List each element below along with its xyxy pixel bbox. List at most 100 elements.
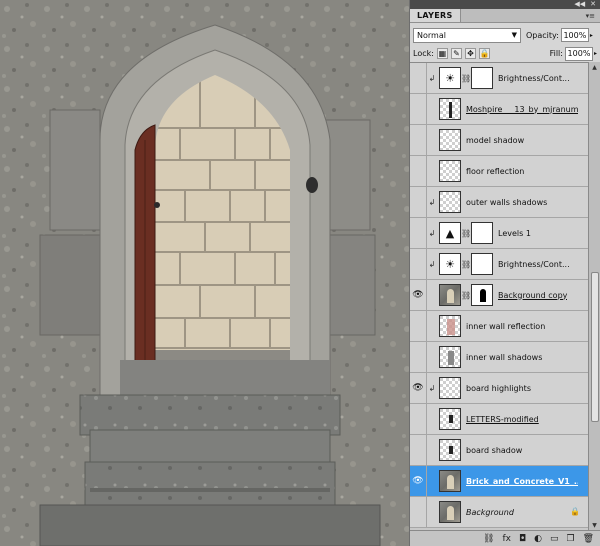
layer-name[interactable]: inner wall reflection [466,322,545,331]
layer-row[interactable]: inner wall reflection [410,311,588,342]
scroll-up-icon[interactable]: ▲ [589,62,600,72]
scroll-thumb[interactable] [591,272,599,422]
visibility-toggle[interactable] [410,125,427,155]
layer-thumbnail[interactable] [439,315,461,337]
layer-thumbnail[interactable] [439,501,461,523]
layer-thumbnail[interactable] [439,439,461,461]
layer-mask-thumbnail[interactable] [471,67,493,89]
opacity-field[interactable]: 100% [560,28,589,42]
layer-name[interactable]: Levels 1 [498,229,531,238]
figure-silhouette [449,102,452,118]
layer-row[interactable]: floor reflection [410,156,588,187]
layer-row[interactable]: ↲ outer walls shadows [410,187,588,218]
layer-name[interactable]: Background copy [498,291,567,300]
layer-row[interactable]: Background 🔒 [410,497,588,528]
layer-row[interactable]: ↲ ▲ ⛓ Levels 1 [410,218,588,249]
layer-row[interactable]: inner wall shadows [410,342,588,373]
mask-link-icon[interactable]: ⛓ [461,291,471,300]
layer-row[interactable]: LETTERS-modified [410,404,588,435]
thumbnail-content [449,415,453,423]
layer-name[interactable]: Brick_and_Concrete_V1_... [466,477,578,486]
visibility-toggle[interactable] [410,187,427,217]
lock-transparency-icon[interactable]: ▦ [436,48,448,59]
tab-layers[interactable]: LAYERS [410,9,461,22]
layer-row[interactable]: ↲ ☀ ⛓ Brightness/Cont... [410,249,588,280]
eye-icon[interactable]: 👁 [410,280,427,310]
eye-icon[interactable]: 👁 [410,466,427,496]
layer-thumbnail[interactable] [439,408,461,430]
opacity-label: Opacity: [526,30,559,40]
layer-name[interactable]: model shadow [466,136,524,145]
layer-row[interactable]: 👁 ↲ board highlights [410,373,588,404]
lock-position-icon[interactable]: ✥ [464,48,476,59]
layer-list-scrollbar[interactable]: ▲ ▼ [588,62,600,530]
visibility-toggle[interactable] [410,497,427,527]
trash-icon[interactable]: 🗑 [583,534,594,544]
layer-thumbnail[interactable] [439,346,461,368]
clipping-arrow-icon: ↲ [428,383,436,393]
levels-adjustment-icon[interactable]: ▲ [439,222,461,244]
layer-thumbnail[interactable] [439,98,461,120]
layer-name[interactable]: outer walls shadows [466,198,547,207]
layer-name[interactable]: board highlights [466,384,531,393]
lock-image-icon[interactable]: ✎ [450,48,462,59]
visibility-toggle[interactable] [410,311,427,341]
new-layer-icon[interactable]: ❐ [566,534,574,544]
layer-name[interactable]: Moshpire___13_by_mjranum_s... [466,105,578,114]
scroll-down-icon[interactable]: ▼ [589,520,600,530]
visibility-toggle[interactable] [410,63,427,93]
layer-thumbnail[interactable] [439,284,461,306]
thumbnail-content [449,446,453,454]
lock-all-icon[interactable]: 🔒 [478,48,490,59]
layer-thumbnail[interactable] [439,377,461,399]
layer-mask-thumbnail[interactable] [471,253,493,275]
fill-slider-icon[interactable]: ▸ [594,50,597,57]
layer-name[interactable]: inner wall shadows [466,353,542,362]
layer-mask-thumbnail[interactable] [471,284,493,306]
visibility-toggle[interactable] [410,94,427,124]
new-group-icon[interactable]: ▭ [550,534,559,544]
layer-row[interactable]: 👁 Brick_and_Concrete_V1_... [410,466,588,497]
visibility-toggle[interactable] [410,404,427,434]
mask-link-icon[interactable]: ⛓ [461,74,471,83]
layer-row[interactable]: model shadow [410,125,588,156]
layer-name[interactable]: floor reflection [466,167,524,176]
panel-menu-icon[interactable]: ▾≡ [586,12,595,20]
visibility-toggle[interactable] [410,342,427,372]
visibility-toggle[interactable] [410,249,427,279]
layer-thumbnail[interactable] [439,470,461,492]
brightness-adjustment-icon[interactable]: ☀ [439,67,461,89]
layer-row[interactable]: 👁 ⛓ Background copy [410,280,588,311]
layer-name[interactable]: Brightness/Cont... [498,74,570,83]
layer-name[interactable]: Background [466,508,514,517]
layer-name[interactable]: LETTERS-modified [466,415,539,424]
clipping-arrow-icon: ↲ [428,259,436,269]
layer-thumbnail[interactable] [439,160,461,182]
add-mask-icon[interactable]: ◘ [519,534,526,544]
layer-row[interactable]: ↲ ☀ ⛓ Brightness/Cont... [410,63,588,94]
link-layers-icon[interactable]: ⛓ [483,534,494,544]
layer-row[interactable]: Moshpire___13_by_mjranum_s... [410,94,588,125]
adjustment-layer-icon[interactable]: ◐ [534,534,542,544]
layer-thumbnail[interactable] [439,191,461,213]
fx-icon[interactable]: fx [502,534,511,544]
layers-bottom-toolbar: ⛓ fx ◘ ◐ ▭ ❐ 🗑 [410,530,600,546]
collapse-icon[interactable]: ◀◀ [574,1,585,8]
layer-thumbnail[interactable] [439,129,461,151]
blend-mode-select[interactable]: Normal ▼ [413,27,521,43]
visibility-toggle[interactable] [410,218,427,248]
opacity-slider-icon[interactable]: ▸ [590,32,593,39]
layer-row[interactable]: board shadow [410,435,588,466]
mask-link-icon[interactable]: ⛓ [461,260,471,269]
eye-icon[interactable]: 👁 [410,373,427,403]
mask-link-icon[interactable]: ⛓ [461,229,471,238]
fill-field[interactable]: 100% [564,46,593,61]
panel-title-strip: ◀◀ ✕ [410,0,600,9]
visibility-toggle[interactable] [410,435,427,465]
layer-mask-thumbnail[interactable] [471,222,493,244]
visibility-toggle[interactable] [410,156,427,186]
close-panel-icon[interactable]: ✕ [590,1,596,8]
layer-name[interactable]: Brightness/Cont... [498,260,570,269]
brightness-adjustment-icon[interactable]: ☀ [439,253,461,275]
layer-name[interactable]: board shadow [466,446,522,455]
